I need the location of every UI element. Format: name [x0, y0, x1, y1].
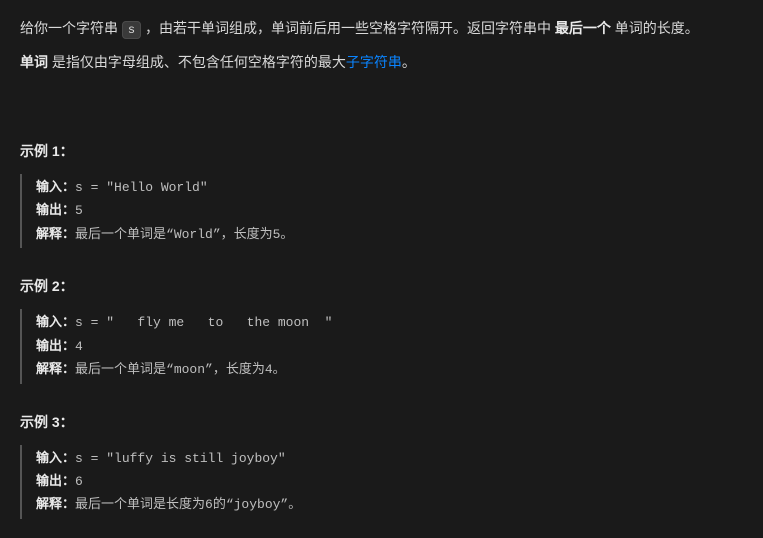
desc-text: 单词的长度。 — [611, 20, 699, 36]
desc-bold-last: 最后一个 — [555, 20, 611, 36]
explain-label: 解释： — [36, 362, 75, 377]
explain-value: 最后一个单词是“moon”，长度为4。 — [75, 362, 286, 377]
substring-link[interactable]: 子字符串 — [346, 54, 402, 70]
input-label: 输入： — [36, 180, 75, 195]
problem-description-line2: 单词 是指仅由字母组成、不包含任何空格字符的最大子字符串。 — [20, 50, 743, 75]
example-1-title: 示例 1： — [20, 139, 743, 164]
output-value: 6 — [75, 474, 83, 489]
output-label: 输出： — [36, 474, 75, 489]
example-2-title: 示例 2： — [20, 274, 743, 299]
example-2-block: 输入：s = " fly me to the moon " 输出：4 解释：最后… — [20, 309, 743, 383]
desc-text: ，由若干单词组成，单词前后用一些空格字符隔开。返回字符串中 — [141, 20, 555, 36]
example-1-block: 输入：s = "Hello World" 输出：5 解释：最后一个单词是“Wor… — [20, 174, 743, 248]
desc-text: 是指仅由字母组成、不包含任何空格字符的最大 — [48, 54, 346, 70]
output-label: 输出： — [36, 339, 75, 354]
output-value: 4 — [75, 339, 83, 354]
example-3-title: 示例 3： — [20, 410, 743, 435]
explain-label: 解释： — [36, 227, 75, 242]
output-label: 输出： — [36, 203, 75, 218]
inline-code-s: s — [122, 21, 141, 39]
input-value: s = "Hello World" — [75, 180, 208, 195]
explain-value: 最后一个单词是“World”，长度为5。 — [75, 227, 293, 242]
desc-text: 给你一个字符串 — [20, 20, 122, 36]
desc-text: 。 — [402, 54, 416, 70]
input-label: 输入： — [36, 451, 75, 466]
desc-bold-word: 单词 — [20, 54, 48, 70]
explain-label: 解释： — [36, 497, 75, 512]
explain-value: 最后一个单词是长度为6的“joyboy”。 — [75, 497, 301, 512]
output-value: 5 — [75, 203, 83, 218]
input-value: s = "luffy is still joyboy" — [75, 451, 286, 466]
problem-description-line1: 给你一个字符串 s ，由若干单词组成，单词前后用一些空格字符隔开。返回字符串中 … — [20, 16, 743, 42]
example-3-block: 输入：s = "luffy is still joyboy" 输出：6 解释：最… — [20, 445, 743, 519]
input-label: 输入： — [36, 315, 75, 330]
input-value: s = " fly me to the moon " — [75, 315, 332, 330]
